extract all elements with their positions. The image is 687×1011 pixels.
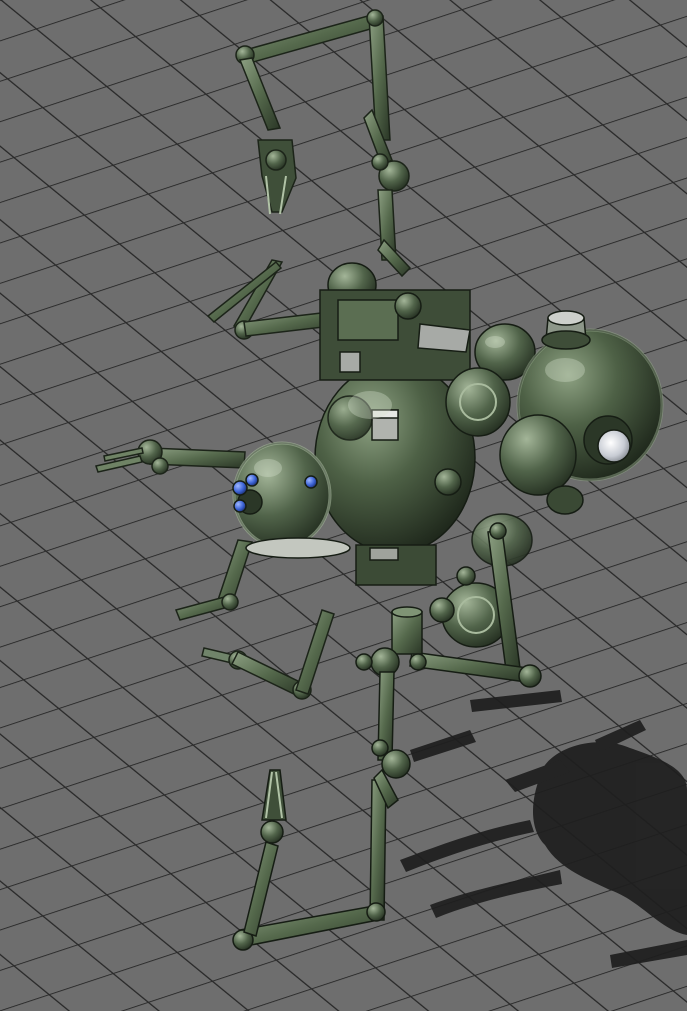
sensor-eye-1 [232,480,248,496]
main-lens [597,429,631,463]
sensor-eye-2 [245,473,259,487]
scene-svg [0,0,687,1011]
sensor-eye-3 [233,499,247,513]
sensor-eye-4 [304,475,318,489]
render-scene [0,0,687,1011]
